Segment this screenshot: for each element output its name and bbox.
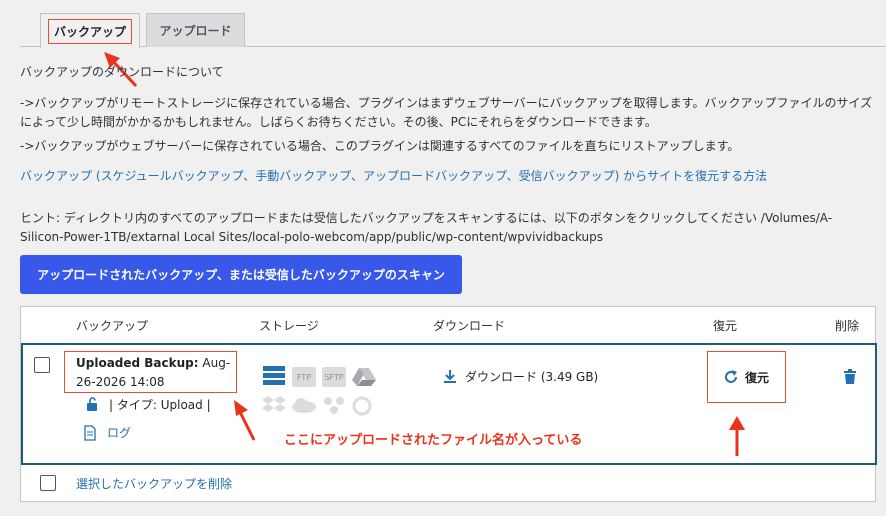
header-download: ダウンロード: [433, 319, 506, 333]
log-link[interactable]: ログ: [107, 424, 131, 441]
annotation-arrow-filename: [234, 400, 256, 441]
backup-title-date-1: Aug-: [202, 356, 231, 370]
wasabi-icon: [352, 396, 372, 416]
select-all-checkbox[interactable]: [40, 475, 56, 491]
tab-backup[interactable]: バックアップ: [40, 13, 140, 48]
scan-backups-button[interactable]: アップロードされたバックアップ、または受信したバックアップのスキャン: [20, 255, 462, 294]
google-drive-icon: [352, 368, 376, 386]
tab-upload-label: アップロード: [159, 24, 232, 38]
onedrive-icon: [292, 398, 316, 413]
backup-type: | タイプ: Upload |: [109, 398, 211, 412]
backup-title-label: Uploaded Backup:: [76, 356, 199, 370]
hint-line-1: ヒント: ディレクトリ内のすべてのアップロードまたは受信したバックアップをスキャ…: [20, 211, 833, 225]
tab-bar: バックアップ アップロード: [20, 13, 886, 48]
sftp-icon: SFTP: [322, 367, 346, 387]
header-delete: 削除: [835, 319, 860, 333]
section-title: バックアップのダウンロードについて: [20, 65, 224, 79]
backup-table: バックアップ ストレージ ダウンロード 復元 削除 Uploaded Backu…: [20, 306, 877, 502]
dropbox-icon: [262, 396, 286, 412]
restore-icon[interactable]: [723, 369, 739, 385]
s3-icon: [324, 397, 344, 414]
backup-title-date-2: 26-2026 14:08: [76, 375, 165, 389]
delete-selected-link[interactable]: 選択したバックアップを削除: [76, 475, 232, 492]
trash-icon[interactable]: [843, 369, 857, 385]
header-backup: バックアップ: [76, 319, 149, 333]
info-line-2: ->バックアップがウェブサーバーに保存されている場合、このプラグインは関連するす…: [20, 139, 740, 153]
annotation-arrow-restore: [729, 416, 745, 456]
tab-backup-label: バックアップ: [47, 18, 132, 44]
download-icon[interactable]: [443, 369, 457, 383]
info-line-1b: によって少し時間がかかるかもしれません。しばらくお待ちください。その後、PCにそ…: [20, 115, 657, 129]
header-restore: 復元: [713, 319, 738, 333]
download-link[interactable]: ダウンロード (3.49 GB): [465, 368, 598, 385]
ftp-icon: FTP: [292, 367, 316, 387]
unlock-icon[interactable]: [85, 397, 99, 411]
row-checkbox[interactable]: [34, 357, 50, 373]
log-file-icon[interactable]: [83, 425, 97, 441]
annotation-text: ここにアップロードされたファイル名が入っている: [284, 433, 583, 448]
backup-title: Uploaded Backup: Aug-: [76, 354, 230, 373]
hint-line-2: Silicon-Power-1TB/extarnal Local Sites/l…: [20, 230, 604, 244]
restore-button[interactable]: 復元: [745, 369, 769, 386]
info-line-1a: ->バックアップがリモートストレージに保存されている場合、プラグインはまずウェブ…: [20, 96, 873, 110]
restore-guide-link[interactable]: バックアップ (スケジュールバックアップ、手動バックアップ、アップロードバックア…: [20, 166, 767, 186]
server-icon: [263, 366, 285, 385]
header-storage: ストレージ: [259, 319, 319, 333]
tab-upload[interactable]: アップロード: [146, 13, 245, 47]
